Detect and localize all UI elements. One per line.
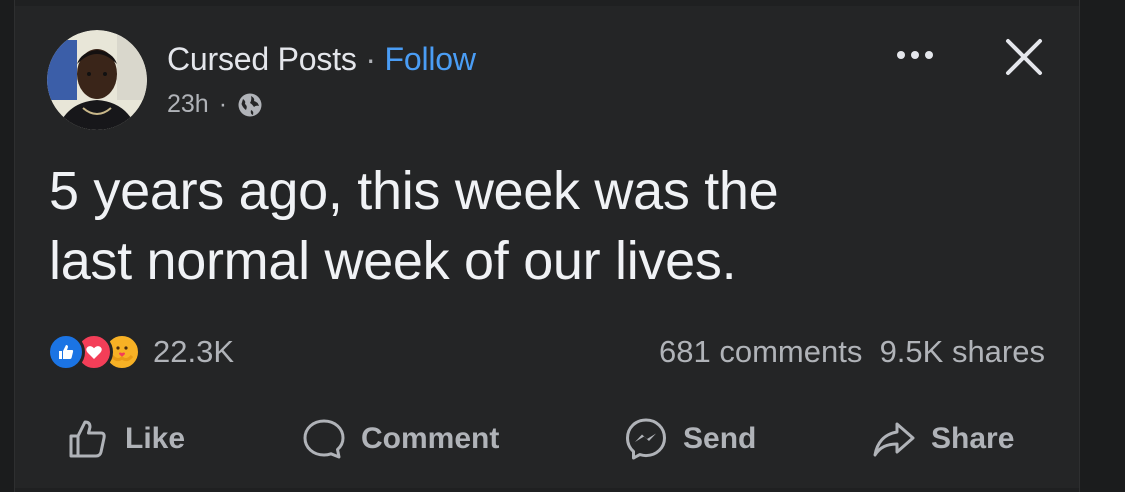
share-arrow-icon (873, 422, 915, 457)
bottom-divider (15, 488, 1079, 492)
post-card: Cursed Posts · Follow 23h · 5 years ago,… (14, 0, 1080, 492)
post-text-line-2: last normal week of our lives. (49, 231, 737, 291)
post-text-line-1: 5 years ago, this week was the (49, 161, 779, 221)
messenger-icon (626, 418, 666, 460)
thumbs-up-icon (69, 420, 106, 458)
close-icon[interactable] (1003, 36, 1045, 78)
like-button[interactable]: Like (65, 410, 185, 468)
post-text: 5 years ago, this week was the last norm… (49, 156, 1049, 296)
shares-count[interactable]: 9.5K shares (880, 334, 1045, 369)
send-button[interactable]: Send (623, 410, 756, 468)
globe-icon (238, 93, 262, 116)
send-label: Send (683, 422, 757, 455)
share-button[interactable]: Share (871, 410, 1014, 468)
comments-count[interactable]: 681 comments (659, 334, 862, 369)
comment-button[interactable]: Comment (301, 410, 499, 468)
reactions-summary[interactable]: 22.3K (47, 332, 234, 372)
share-label: Share (931, 422, 1015, 455)
page-name-row: Cursed Posts · Follow (167, 41, 476, 78)
top-divider (15, 0, 1079, 6)
post-meta: 23h · (167, 90, 263, 119)
avatar[interactable] (47, 30, 147, 130)
engagement-stats: 681 comments 9.5K shares (659, 334, 1045, 370)
avatar-image (47, 30, 147, 130)
meta-dot: · (218, 90, 228, 118)
like-label: Like (125, 422, 186, 455)
page-name[interactable]: Cursed Posts (167, 41, 357, 77)
comment-label: Comment (361, 422, 500, 455)
action-bar: Like Comment Send Share (15, 410, 1079, 468)
name-separator: · (356, 41, 385, 77)
follow-button[interactable]: Follow (385, 41, 476, 77)
post-timestamp[interactable]: 23h (167, 90, 209, 119)
like-reaction-icon (47, 333, 85, 371)
comment-icon (303, 419, 345, 459)
more-options-icon[interactable] (893, 40, 937, 70)
reaction-count: 22.3K (153, 334, 235, 369)
